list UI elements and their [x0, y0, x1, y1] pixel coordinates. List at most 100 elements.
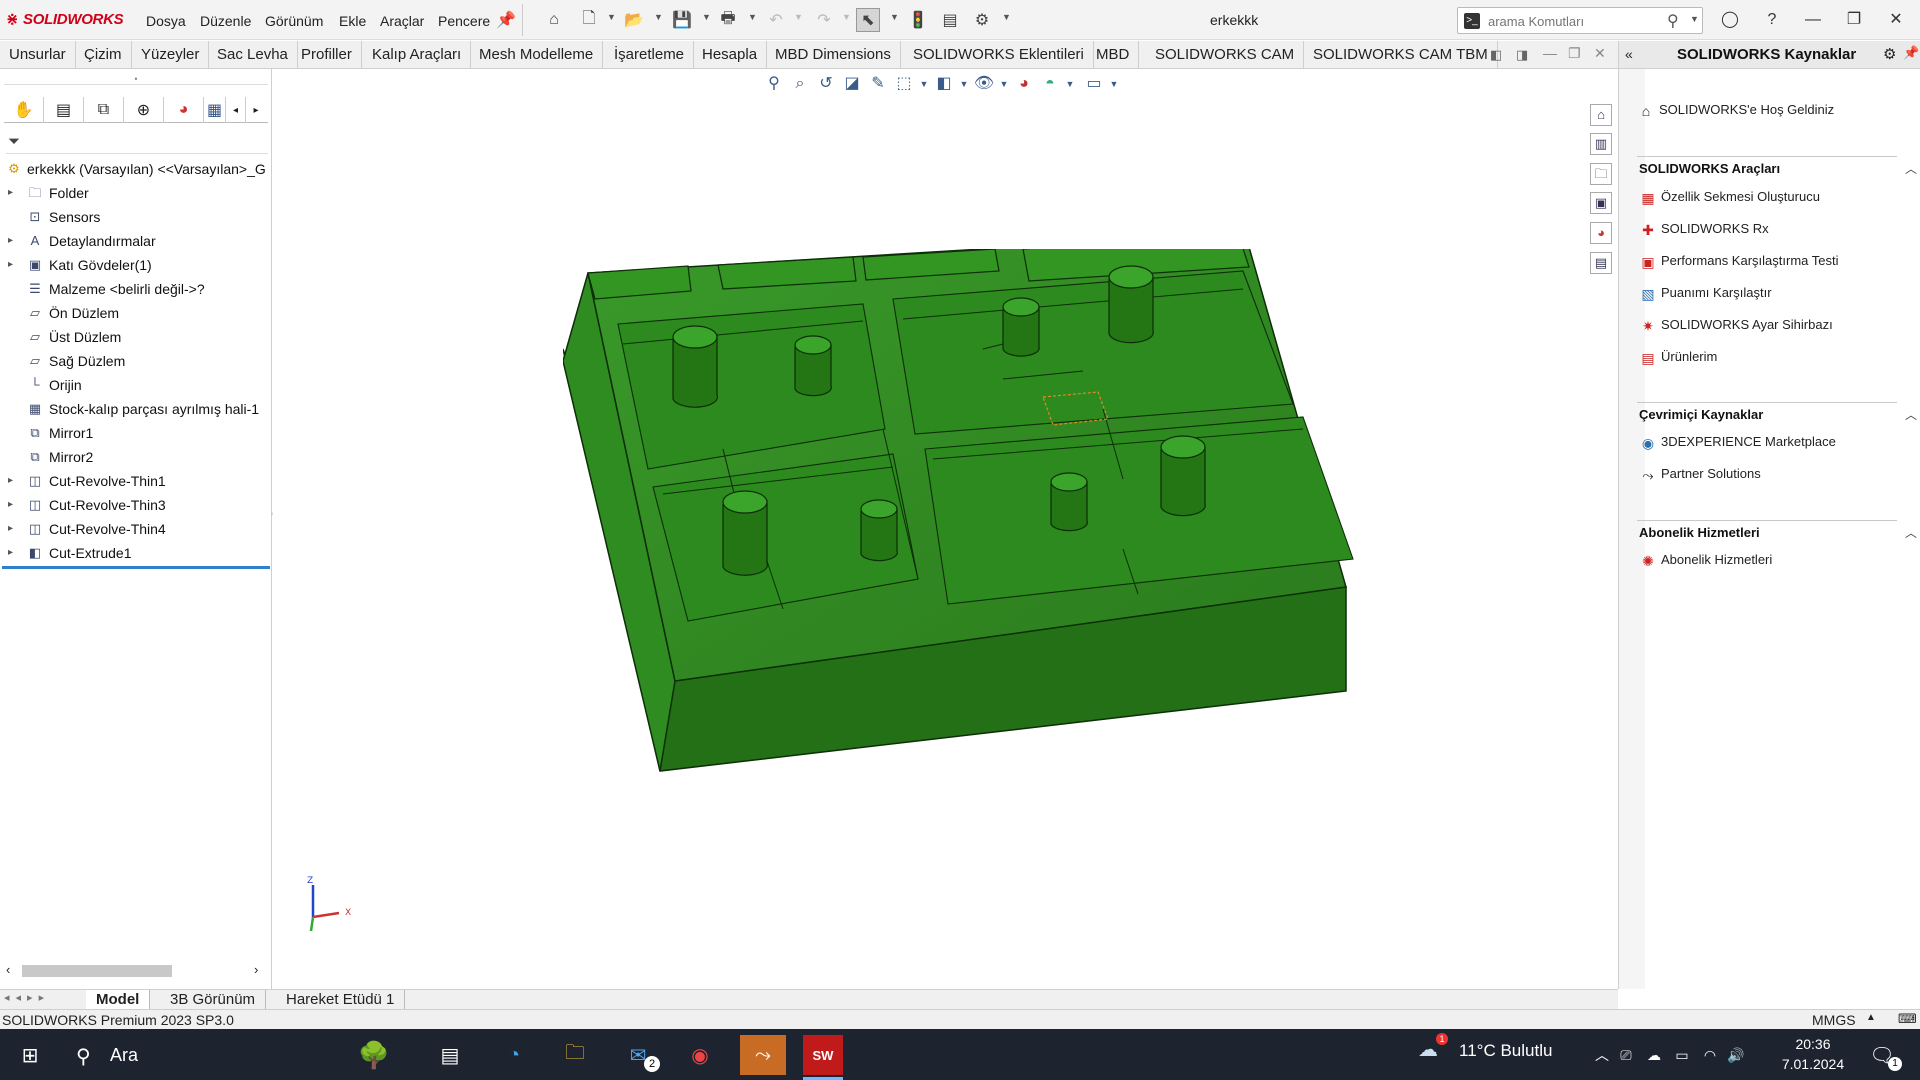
tree-item[interactable]: ▦ Stock-kalıp parçası ayrılmış hali-1 — [0, 397, 272, 421]
dynamic-annotation-icon[interactable]: ✎ — [867, 73, 889, 95]
tab-cizim[interactable]: Çizim — [75, 41, 132, 68]
chevron-down-icon[interactable]: ▼ — [842, 12, 851, 22]
apply-scene-icon[interactable]: ◓ — [1039, 73, 1061, 95]
rebuild-traffic-light-icon[interactable]: 🚦 — [906, 8, 930, 32]
chevron-up-icon[interactable]: ︿ — [1905, 160, 1917, 177]
chevron-down-icon[interactable]: ▼ — [993, 73, 1015, 95]
file-explorer-icon[interactable]: 🗀 — [1590, 163, 1612, 185]
tree-item[interactable]: ▸ ◫ Cut-Revolve-Thin4 — [0, 517, 272, 541]
chevron-left-icon[interactable]: ◂ — [226, 97, 246, 123]
edge-browser-icon[interactable]: ◔ — [494, 1038, 534, 1072]
custom-properties-icon[interactable]: ▤ — [1590, 252, 1612, 274]
expand-arrow-icon[interactable]: ▸ — [8, 469, 13, 493]
chevron-down-icon[interactable]: ▼ — [702, 12, 711, 22]
tree-item[interactable]: └ Orijin — [0, 373, 272, 397]
wifi-icon[interactable]: ◠ — [1696, 1038, 1724, 1072]
tp-item-settings-wizard[interactable]: ✷ SOLIDWORKS Ayar Sihirbazı — [1639, 315, 1833, 335]
expand-arrow-icon[interactable]: ▸ — [8, 181, 13, 205]
menu-duzenle[interactable]: Düzenle — [200, 13, 251, 29]
options-gear-icon[interactable]: ⚙ — [970, 8, 994, 32]
volume-icon[interactable]: 🔊 — [1722, 1038, 1750, 1072]
configurationmanager-tab-icon[interactable]: ⧉ — [84, 97, 124, 123]
chevron-down-icon[interactable]: ▼ — [953, 73, 975, 95]
search-input[interactable] — [1488, 12, 1638, 30]
chevron-up-icon[interactable]: ︿ — [1905, 524, 1917, 541]
open-folder-icon[interactable]: 📂 — [622, 8, 646, 32]
tp-item-property-tab-builder[interactable]: ▦ Özellik Sekmesi Oluşturucu — [1639, 187, 1820, 207]
menu-dosya[interactable]: Dosya — [146, 13, 186, 29]
expand-arrow-icon[interactable]: ▸ — [8, 253, 13, 277]
cam-tab-icon[interactable]: ▦ — [204, 97, 226, 123]
home-icon[interactable]: ⌂ — [542, 8, 566, 32]
tile-right-icon[interactable]: ◨ — [1516, 47, 1528, 63]
collapse-pane-icon[interactable]: « — [1625, 46, 1633, 62]
tp-item-compare-score[interactable]: ▧ Puanımı Karşılaştır — [1639, 283, 1771, 303]
undo-icon[interactable]: ↶ — [764, 8, 788, 32]
solidworks-logo[interactable]: ⋇ SOLIDWORKS — [6, 10, 124, 28]
pin-icon[interactable]: 📌 — [494, 8, 518, 32]
tab-sac-levha[interactable]: Sac Levha — [208, 41, 298, 68]
task-pane-settings-icon[interactable]: ⚙ — [1883, 45, 1896, 63]
resources-home-icon[interactable]: ⌂ — [1590, 104, 1612, 126]
tab-mbd[interactable]: MBD — [1087, 41, 1140, 68]
display-style-icon[interactable]: ◧ — [933, 73, 955, 95]
tp-item-partner-solutions[interactable]: ⤳ Partner Solutions — [1639, 464, 1760, 484]
tab-3d-view[interactable]: 3B Görünüm — [160, 990, 267, 1010]
new-document-icon[interactable]: 🗋 — [577, 8, 601, 32]
file-explorer-icon[interactable]: 🗀 — [555, 1038, 595, 1072]
chevron-down-icon[interactable]: ▼ — [890, 12, 899, 22]
tree-item[interactable]: ▸ ▣ Katı Gövdeler(1) — [0, 253, 272, 277]
appearances-icon[interactable]: ◕ — [1590, 222, 1612, 244]
expand-arrow-icon[interactable]: ▸ — [8, 229, 13, 253]
propertymanager-tab-icon[interactable]: ▤ — [44, 97, 84, 123]
doc-close-icon[interactable]: ✕ — [1594, 45, 1606, 62]
user-account-icon[interactable]: ◯ — [1714, 8, 1746, 32]
tree-item[interactable]: ▸ ◫ Cut-Revolve-Thin3 — [0, 493, 272, 517]
tree-item[interactable]: ▱ Ön Düzlem — [0, 301, 272, 325]
tp-item-subscription-services[interactable]: ✺ Abonelik Hizmetleri — [1639, 550, 1772, 570]
tab-kalip-araclari[interactable]: Kalıp Araçları — [363, 41, 472, 68]
system-clock[interactable]: 20:36 7.01.2024 — [1778, 1034, 1848, 1074]
chevron-down-icon[interactable]: ▼ — [1690, 14, 1699, 24]
chevron-down-icon[interactable]: ▼ — [748, 12, 757, 22]
section-view-icon[interactable]: ◪ — [841, 73, 863, 95]
restore-window-icon[interactable]: ❐ — [1838, 8, 1870, 32]
solidworks-taskbar-icon[interactable]: SW — [803, 1035, 843, 1075]
unit-system[interactable]: MMGS — [1812, 1012, 1856, 1028]
tile-left-icon[interactable]: ◧ — [1490, 47, 1502, 63]
tooltip-icon[interactable]: ⌨ — [1898, 1011, 1917, 1027]
tab-scroll-arrows-icon[interactable]: ◂◂▸▸ — [4, 991, 50, 1004]
tree-item[interactable]: ▸ A Detaylandırmalar — [0, 229, 272, 253]
tab-model[interactable]: Model — [86, 990, 151, 1010]
dimxpert-tab-icon[interactable]: ⊕ — [124, 97, 164, 123]
save-icon[interactable]: 💾 — [670, 8, 694, 32]
windows-start-icon[interactable]: ⊞ — [10, 1038, 50, 1072]
chevron-down-icon[interactable]: ▼ — [654, 12, 663, 22]
chevron-down-icon[interactable]: ▼ — [607, 12, 616, 22]
chevron-up-icon[interactable]: ︿ — [1905, 406, 1917, 423]
minimize-window-icon[interactable]: — — [1797, 8, 1829, 32]
featuremanager-tab-icon[interactable]: ✋ — [4, 97, 44, 123]
tab-motion-study[interactable]: Hareket Etüdü 1 — [276, 990, 406, 1010]
tree-root-part[interactable]: ⚙ erkekkk (Varsayılan) <<Varsayılan>_G — [0, 157, 272, 181]
filter-icon[interactable]: ⏷ — [8, 133, 20, 150]
welcome-link[interactable]: ⌂ SOLIDWORKS'e Hoş Geldiniz — [1637, 100, 1834, 120]
tree-item[interactable]: ⧉ Mirror2 — [0, 445, 272, 469]
scroll-left-icon[interactable]: ‹ — [6, 962, 10, 977]
onedrive-cloud-icon[interactable]: ☁ — [1640, 1038, 1668, 1072]
zoom-to-fit-icon[interactable]: ⚲ — [763, 73, 785, 95]
design-library-icon[interactable]: ▥ — [1590, 133, 1612, 155]
tab-hesapla[interactable]: Hesapla — [693, 41, 768, 68]
menu-pencere[interactable]: Pencere — [438, 13, 490, 29]
tree-item[interactable]: ⊡ Sensors — [0, 205, 272, 229]
tree-item[interactable]: ▸ ◧ Cut-Extrude1 — [0, 541, 272, 565]
tp-item-solidworks-rx[interactable]: ✚ SOLIDWORKS Rx — [1639, 219, 1769, 239]
menu-ekle[interactable]: Ekle — [339, 13, 366, 29]
tree-item[interactable]: ▸ ◫ Cut-Revolve-Thin1 — [0, 469, 272, 493]
doc-restore-icon[interactable]: ❐ — [1568, 45, 1581, 62]
tab-solidworks-eklentileri[interactable]: SOLIDWORKS Eklentileri — [904, 41, 1094, 68]
tp-item-my-products[interactable]: ▤ Ürünlerim — [1639, 347, 1717, 367]
edit-appearance-icon[interactable]: ◕ — [1013, 73, 1035, 95]
rollback-bar[interactable] — [2, 566, 270, 569]
weather-text[interactable]: 11°C Bulutlu — [1459, 1041, 1552, 1061]
